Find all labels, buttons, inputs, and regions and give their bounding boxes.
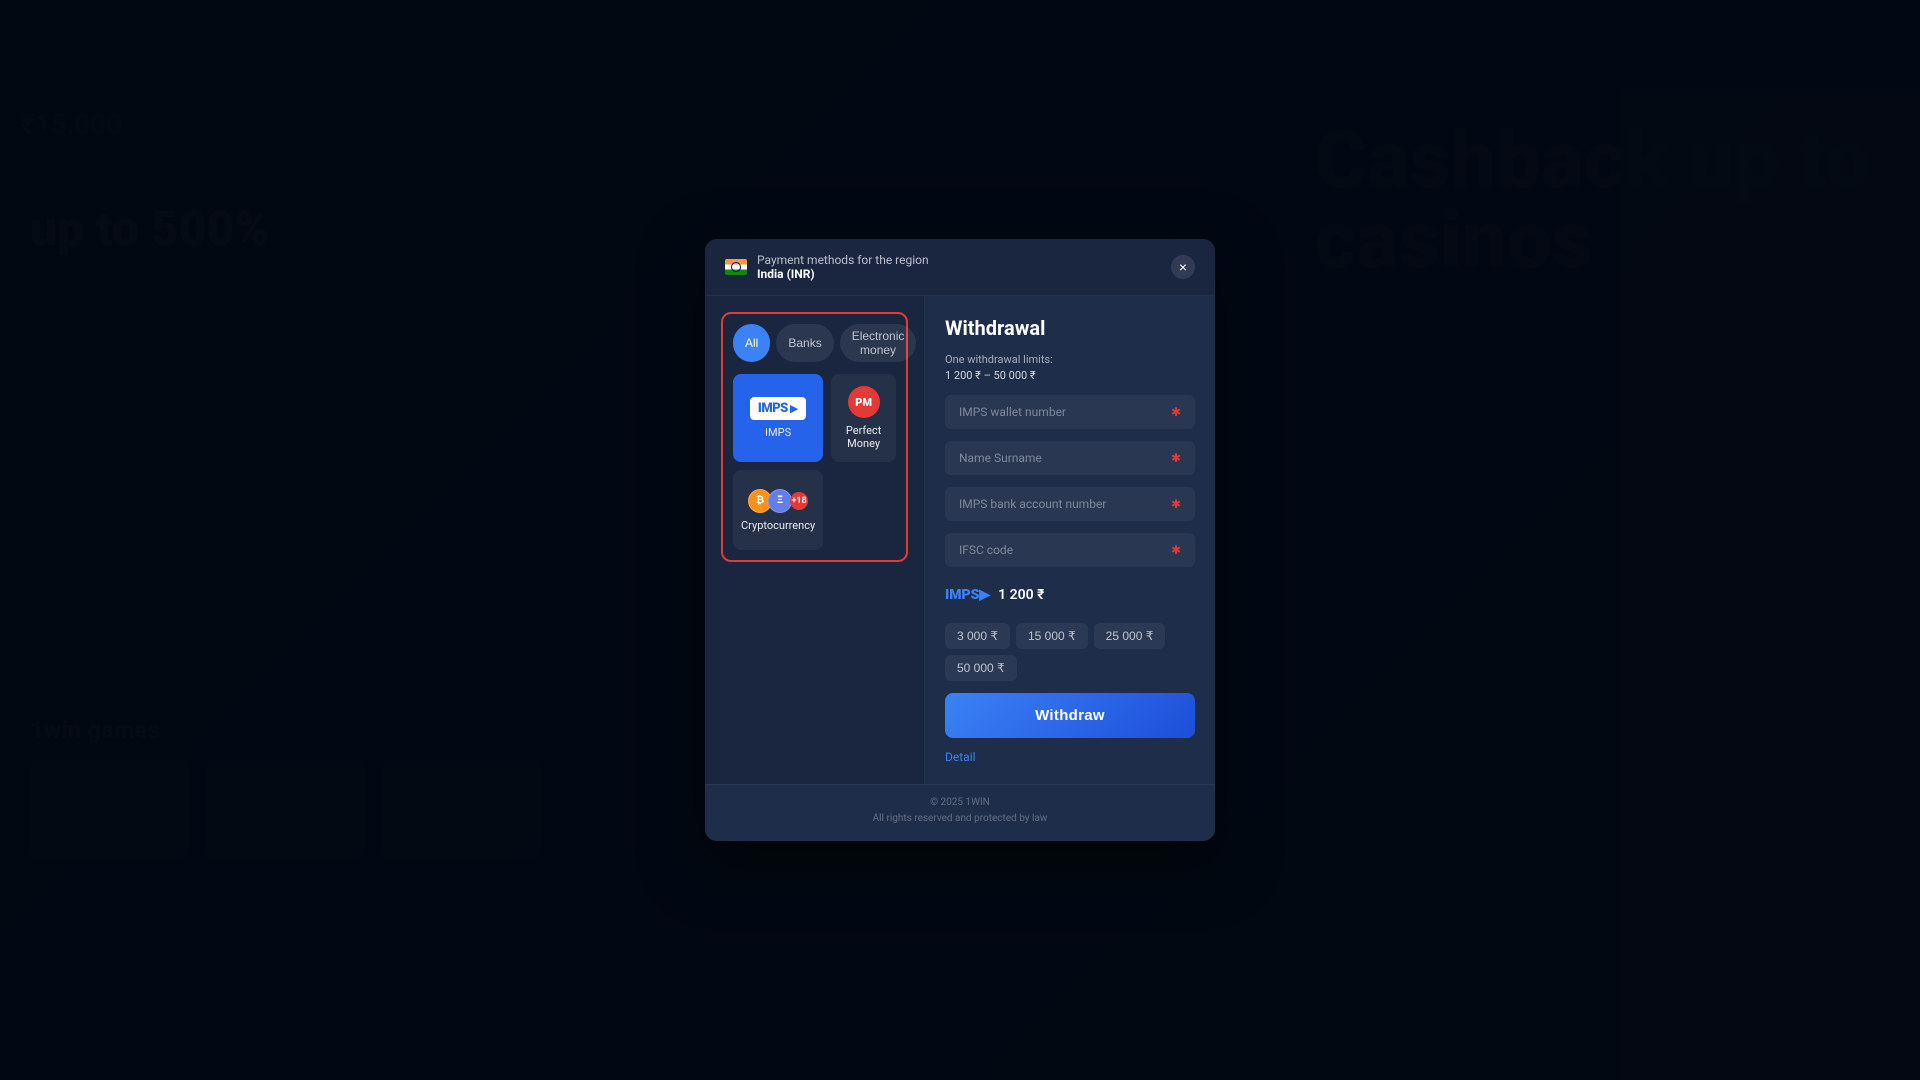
amount-section: IMPS▶ 1 200 ₹ xyxy=(945,579,1195,611)
modal-header: Payment methods for the region India (IN… xyxy=(705,239,1215,296)
india-flag-icon xyxy=(725,259,747,275)
withdrawal-title: Withdrawal xyxy=(945,316,1195,340)
name-field[interactable]: Name Surname ✱ xyxy=(945,441,1195,475)
modal-header-text: Payment methods for the region India (IN… xyxy=(757,253,929,281)
perfect-money-logo: PM xyxy=(839,386,888,418)
payment-panel: All Banks Electronic money IMPS ▶ xyxy=(705,296,925,784)
withdrawal-panel: Withdrawal One withdrawal limits: 1 200 … xyxy=(925,296,1215,784)
imps-logo-badge: IMPS ▶ xyxy=(750,397,806,420)
filter-tabs: All Banks Electronic money xyxy=(733,324,896,362)
imps-amount-logo: IMPS▶ xyxy=(945,587,990,603)
payment-selection-highlight: All Banks Electronic money IMPS ▶ xyxy=(721,312,908,562)
crypto-logo: ₿ Ξ +18 xyxy=(741,489,815,513)
filter-tab-banks[interactable]: Banks xyxy=(776,324,833,362)
filter-tab-electronic[interactable]: Electronic money xyxy=(840,324,917,362)
ifsc-field[interactable]: IFSC code ✱ xyxy=(945,533,1195,567)
footer-copyright: © 2025 1WIN All rights reserved and prot… xyxy=(725,795,1195,827)
filter-tab-all[interactable]: All xyxy=(733,324,770,362)
crypto-label: Cryptocurrency xyxy=(741,519,815,532)
quick-amount-btn-3[interactable]: 25 000 ₹ xyxy=(1094,623,1166,649)
modal-body: All Banks Electronic money IMPS ▶ xyxy=(705,296,1215,784)
withdraw-button[interactable]: Withdraw xyxy=(945,693,1195,738)
amount-value: 1 200 ₹ xyxy=(998,587,1044,603)
modal-container: Payment methods for the region India (IN… xyxy=(705,239,1215,841)
wallet-field[interactable]: IMPS wallet number ✱ xyxy=(945,395,1195,429)
imps-label: IMPS xyxy=(765,426,791,439)
modal-footer: © 2025 1WIN All rights reserved and prot… xyxy=(705,784,1215,841)
quick-amount-btn-4[interactable]: 50 000 ₹ xyxy=(945,655,1017,681)
quick-amount-btn-2[interactable]: 15 000 ₹ xyxy=(1016,623,1088,649)
imps-logo: IMPS ▶ xyxy=(741,397,815,420)
payment-item-imps[interactable]: IMPS ▶ IMPS xyxy=(733,374,823,462)
payment-item-crypto[interactable]: ₿ Ξ +18 Cryptocurrency xyxy=(733,470,823,550)
crypto-count-badge: +18 xyxy=(790,492,808,510)
quick-amounts: 3 000 ₹ 15 000 ₹ 25 000 ₹ 50 000 ₹ xyxy=(945,623,1195,681)
eth-icon: Ξ xyxy=(768,489,792,513)
quick-amount-btn-1[interactable]: 3 000 ₹ xyxy=(945,623,1010,649)
payment-item-perfect-money[interactable]: PM Perfect Money xyxy=(831,374,896,462)
account-field[interactable]: IMPS bank account number ✱ xyxy=(945,487,1195,521)
modal-backdrop: Payment methods for the region India (IN… xyxy=(0,0,1920,1080)
perfect-money-label: Perfect Money xyxy=(839,424,888,450)
modal-close-button[interactable]: × xyxy=(1171,255,1195,279)
withdrawal-limits: One withdrawal limits: 1 200 ₹ – 50 000 … xyxy=(945,352,1195,383)
detail-link[interactable]: Detail xyxy=(945,750,1195,764)
payment-methods-grid: IMPS ▶ IMPS PM Perfect Money xyxy=(733,374,896,550)
